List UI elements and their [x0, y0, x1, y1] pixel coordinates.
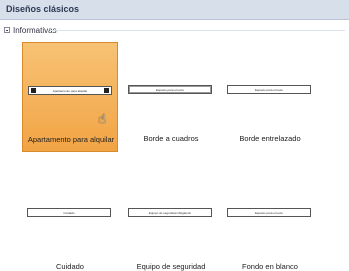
preview-text: Cuidado	[63, 210, 75, 215]
template-preview: Espacio para el texto	[227, 208, 311, 217]
template-tile-fondo-blanco[interactable]: Espacio para el texto Fondo en blanco	[222, 165, 318, 271]
template-tile-equipo-seguridad[interactable]: Equipo de seguridad obligatorio Equipo d…	[123, 165, 219, 271]
section-divider	[50, 30, 345, 31]
template-preview: Equipo de seguridad obligatorio	[128, 208, 212, 217]
collapse-minus-icon[interactable]	[4, 27, 10, 33]
template-tile-borde-entrelazado[interactable]: Espacio para el texto Borde entrelazado	[222, 42, 318, 152]
template-caption: Equipo de seguridad	[136, 262, 206, 271]
template-tile-apartamento[interactable]: Apartamento para alquilar Apartamento pa…	[22, 42, 118, 152]
gallery-header: Diseños clásicos	[0, 0, 349, 20]
template-caption: Borde entrelazado	[239, 134, 301, 143]
preview-text: Espacio para el texto	[254, 87, 284, 92]
preview-mark-icon	[31, 88, 36, 93]
template-caption: Cuidado	[56, 262, 84, 271]
template-preview: Espacio para el texto	[128, 85, 212, 94]
template-tile-borde-cuadros[interactable]: Espacio para el texto Borde a cuadros	[123, 42, 219, 152]
template-caption: Fondo en blanco	[242, 262, 298, 271]
template-preview: Espacio para el texto	[227, 85, 311, 94]
preview-text: Espacio para el texto	[155, 87, 185, 92]
template-preview: Apartamento para alquilar	[28, 86, 112, 95]
section-informativas[interactable]: Informativas	[4, 24, 57, 36]
template-tile-cuidado[interactable]: Cuidado Cuidado	[22, 165, 118, 271]
hand-pointer-icon: ☝	[98, 111, 106, 126]
preview-text: Espacio para el texto	[254, 210, 284, 215]
preview-text: Apartamento para alquilar	[52, 88, 88, 93]
preview-text: Equipo de seguridad obligatorio	[148, 210, 192, 215]
preview-mark-icon	[104, 88, 109, 93]
template-caption: Borde a cuadros	[143, 134, 199, 143]
template-preview: Cuidado	[27, 208, 111, 217]
template-caption: Apartamento para alquilar	[27, 135, 115, 144]
gallery-title: Diseños clásicos	[6, 4, 80, 14]
